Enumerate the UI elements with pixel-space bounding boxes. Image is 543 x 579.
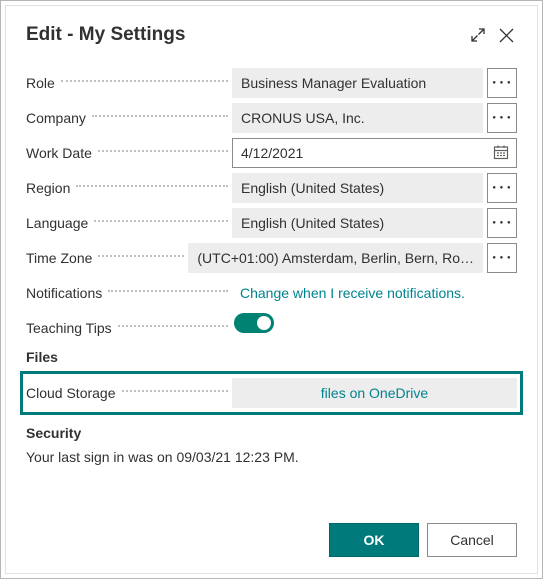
row-cloudstorage: Cloud Storage files on OneDrive — [26, 378, 517, 408]
label-company: Company — [26, 110, 232, 126]
role-assist-button[interactable]: ● ● ● — [487, 68, 517, 98]
timezone-field[interactable]: (UTC+01:00) Amsterdam, Berlin, Bern, Ro… — [188, 243, 483, 273]
timezone-assist-button[interactable]: ● ● ● — [487, 243, 517, 273]
language-field[interactable]: English (United States) — [232, 208, 483, 238]
teachingtips-toggle[interactable] — [234, 313, 274, 333]
row-teachingtips: Teaching Tips — [26, 313, 517, 343]
last-signin-text: Your last sign in was on 09/03/21 12:23 … — [26, 449, 517, 465]
row-region: Region English (United States) ● ● ● — [26, 173, 517, 203]
dialog-footer: OK Cancel — [329, 523, 517, 557]
label-role: Role — [26, 75, 232, 91]
row-language: Language English (United States) ● ● ● — [26, 208, 517, 238]
cancel-button[interactable]: Cancel — [427, 523, 517, 557]
section-files: Files — [26, 349, 517, 365]
ok-button[interactable]: OK — [329, 523, 419, 557]
language-assist-button[interactable]: ● ● ● — [487, 208, 517, 238]
label-teachingtips: Teaching Tips — [26, 320, 232, 336]
cloudstorage-link[interactable]: files on OneDrive — [232, 378, 517, 408]
calendar-icon[interactable] — [492, 143, 510, 161]
row-workdate: Work Date 4/12/2021 — [26, 138, 517, 168]
label-timezone: Time Zone — [26, 250, 188, 266]
company-field[interactable]: CRONUS USA, Inc. — [232, 103, 483, 133]
section-security: Security — [26, 425, 517, 441]
label-region: Region — [26, 180, 232, 196]
label-language: Language — [26, 215, 232, 231]
company-assist-button[interactable]: ● ● ● — [487, 103, 517, 133]
label-cloudstorage: Cloud Storage — [26, 385, 232, 401]
dialog-header: Edit - My Settings — [26, 24, 517, 46]
row-company: Company CRONUS USA, Inc. ● ● ● — [26, 103, 517, 133]
row-notifications: Notifications Change when I receive noti… — [26, 278, 517, 308]
row-role: Role Business Manager Evaluation ● ● ● — [26, 68, 517, 98]
workdate-input[interactable]: 4/12/2021 — [232, 138, 517, 168]
expand-icon[interactable] — [467, 24, 489, 46]
dialog-title: Edit - My Settings — [26, 24, 461, 46]
label-notifications: Notifications — [26, 285, 232, 301]
dialog-panel: Edit - My Settings Role Business Manager… — [5, 5, 538, 574]
notifications-link[interactable]: Change when I receive notifications. — [232, 278, 517, 308]
row-timezone: Time Zone (UTC+01:00) Amsterdam, Berlin,… — [26, 243, 517, 273]
region-field[interactable]: English (United States) — [232, 173, 483, 203]
role-field[interactable]: Business Manager Evaluation — [232, 68, 483, 98]
dialog-frame: Edit - My Settings Role Business Manager… — [0, 0, 543, 579]
label-workdate: Work Date — [26, 145, 232, 161]
region-assist-button[interactable]: ● ● ● — [487, 173, 517, 203]
highlight-cloud-storage: Cloud Storage files on OneDrive — [20, 371, 523, 415]
close-icon[interactable] — [495, 24, 517, 46]
